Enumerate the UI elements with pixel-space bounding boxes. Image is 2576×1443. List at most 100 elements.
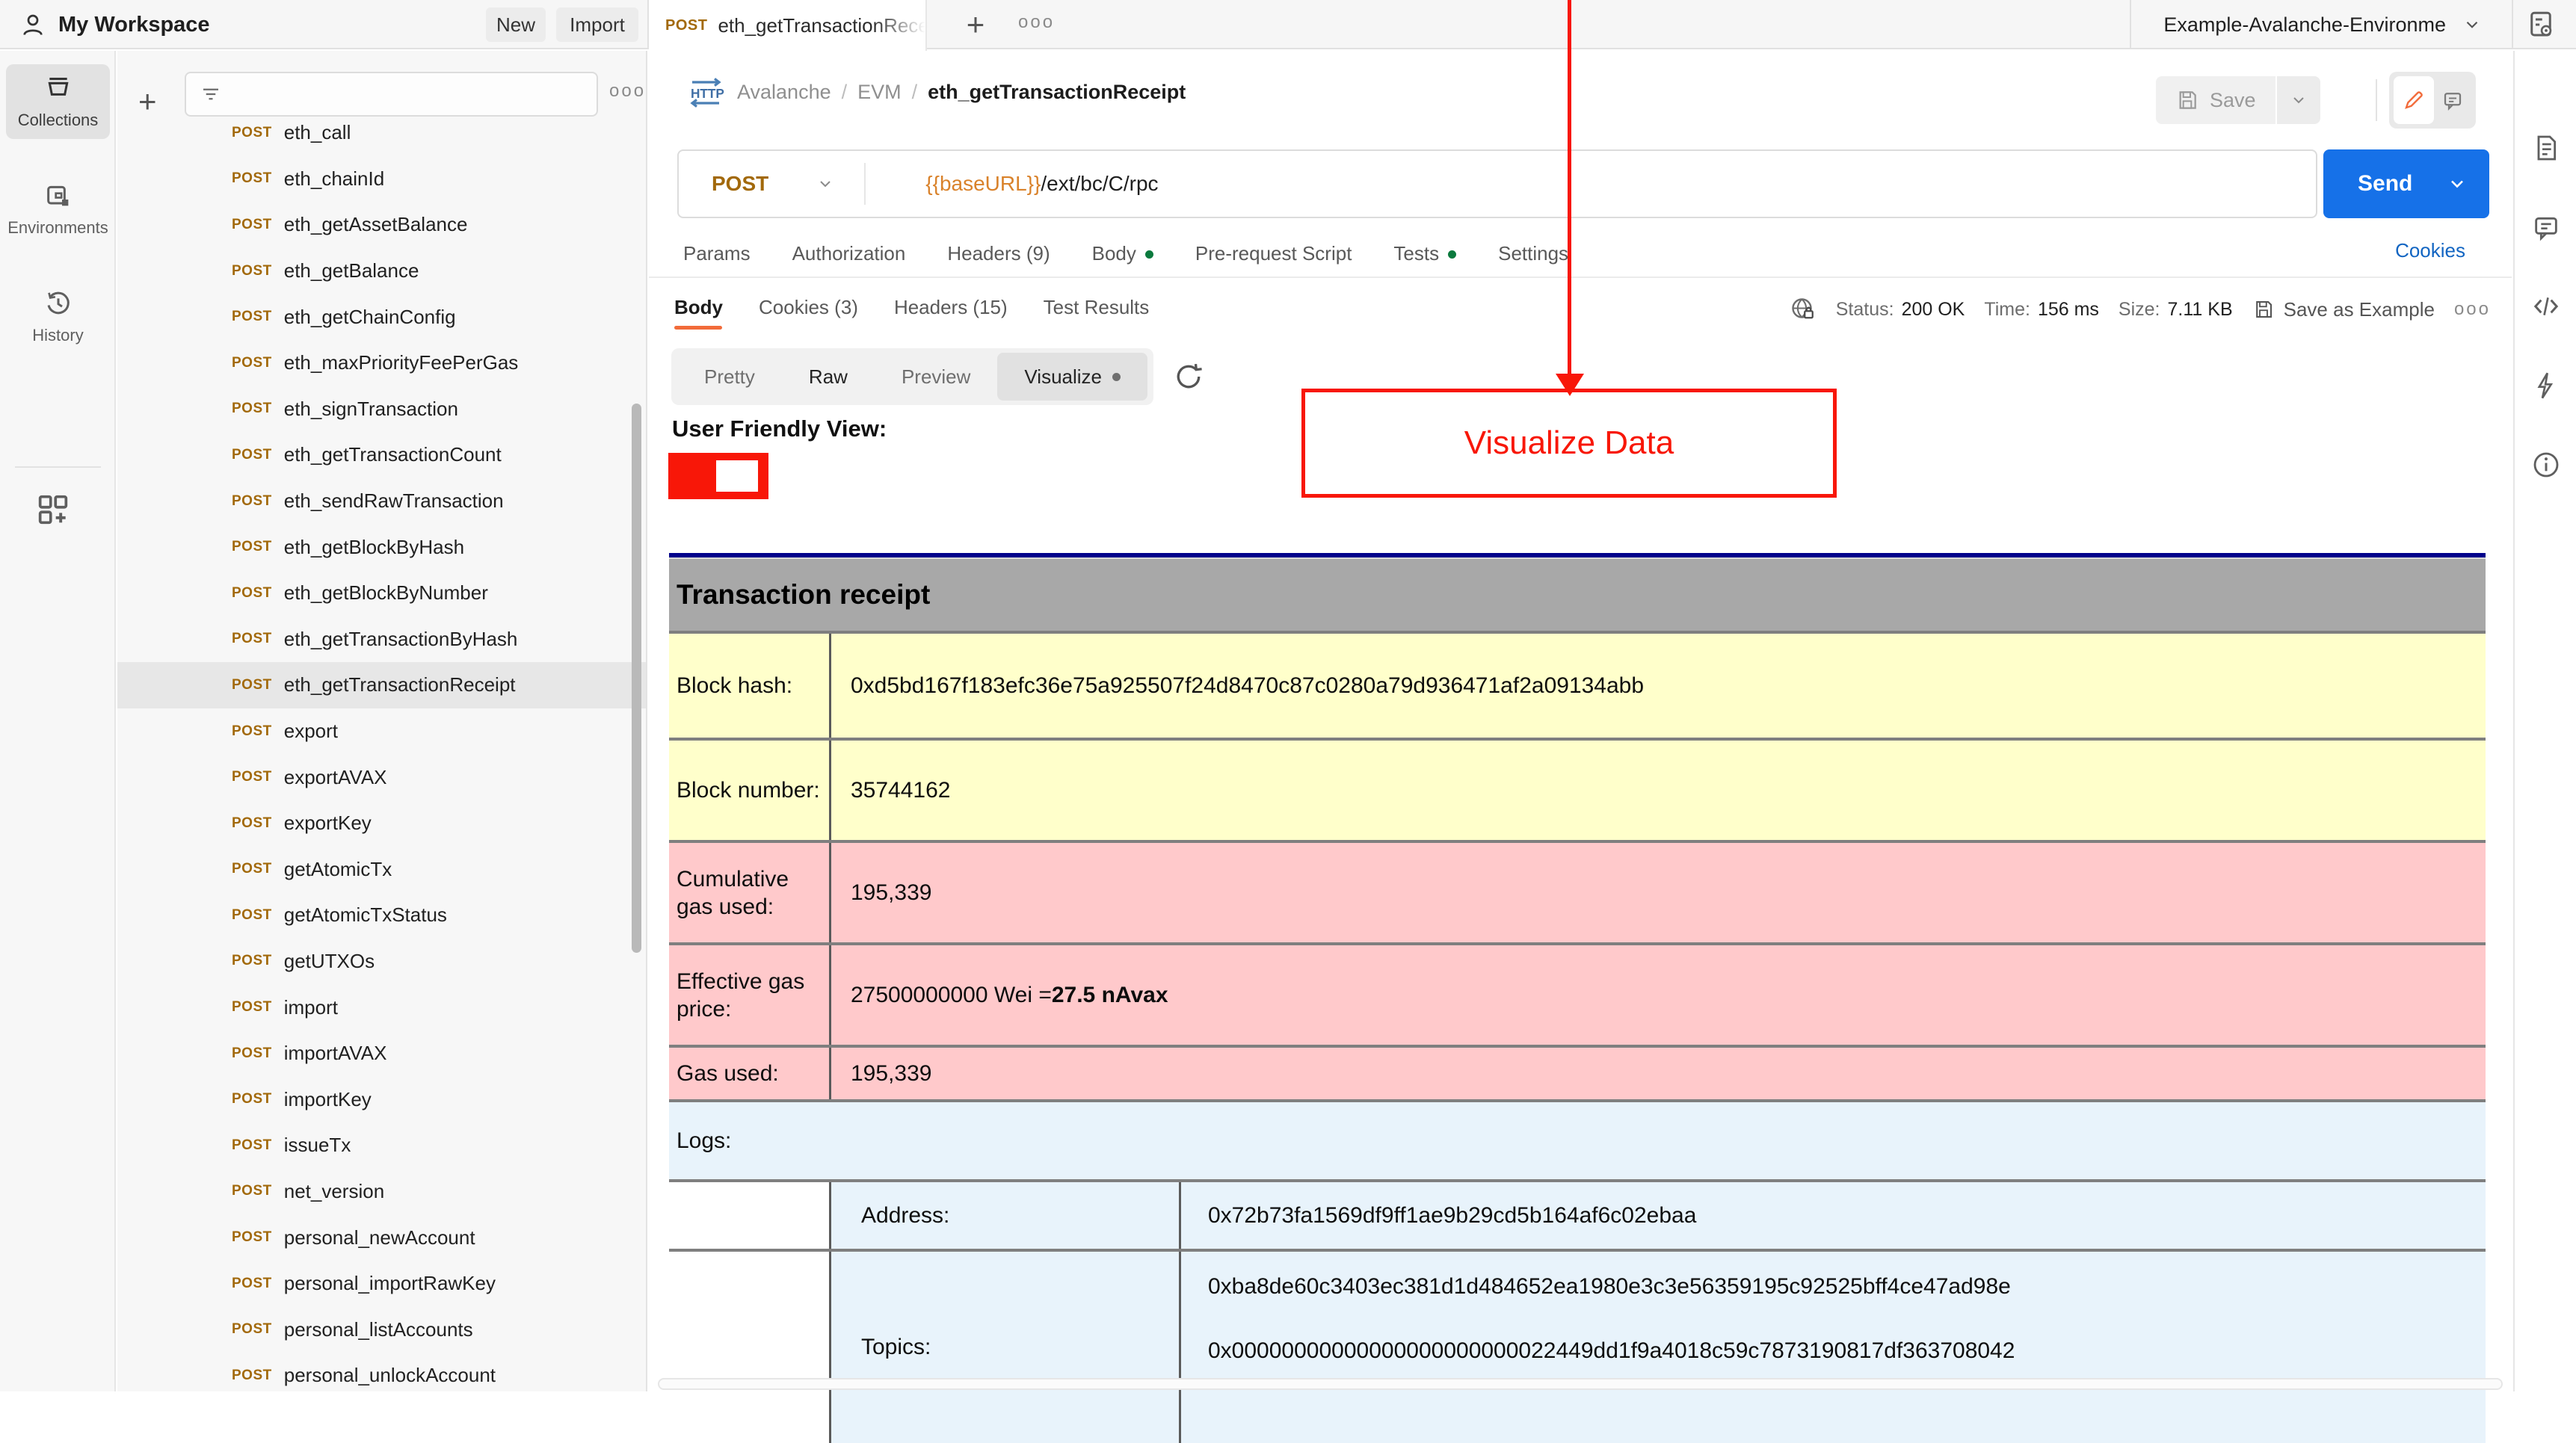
request-list-item[interactable]: POST getAtomicTxStatus: [117, 892, 646, 939]
code-icon[interactable]: [2531, 291, 2561, 321]
request-list-item[interactable]: POST personal_newAccount: [117, 1214, 646, 1261]
user-friendly-view-checkbox[interactable]: [668, 453, 768, 499]
request-list-item[interactable]: POST eth_maxPriorityFeePerGas: [117, 340, 646, 386]
response-tab-item[interactable]: Headers (15): [894, 296, 1008, 324]
send-button[interactable]: Send: [2323, 149, 2489, 218]
request-tab-item[interactable]: Body: [1092, 242, 1153, 265]
edit-mode-button[interactable]: [2394, 76, 2434, 124]
request-name: net_version: [283, 1179, 385, 1202]
request-list-item[interactable]: POST importAVAX: [117, 1031, 646, 1077]
save-button[interactable]: Save: [2156, 76, 2275, 124]
log-address-row: Address: 0x72b73fa1569df9ff1ae9b29cd5b16…: [669, 1179, 2486, 1249]
request-list-item[interactable]: POST eth_signTransaction: [117, 386, 646, 433]
sidebar-filter-input[interactable]: [232, 83, 591, 105]
response-more-icon[interactable]: ooo: [2454, 299, 2491, 320]
view-option[interactable]: Raw: [782, 353, 875, 401]
explore-apps-icon[interactable]: [34, 490, 73, 529]
save-as-example-button[interactable]: Save as Example: [2252, 298, 2435, 321]
url-variable: {{baseURL}}: [925, 172, 1041, 195]
documentation-icon[interactable]: [2531, 133, 2561, 163]
bolt-icon[interactable]: [2531, 371, 2561, 401]
request-list-item[interactable]: POST net_version: [117, 1169, 646, 1215]
request-list-item[interactable]: POST eth_getBlockByHash: [117, 524, 646, 570]
request-list-item[interactable]: POST exportKey: [117, 800, 646, 847]
sidebar-item-environments[interactable]: Environments: [6, 172, 110, 247]
request-tab-item[interactable]: Params: [683, 242, 751, 265]
chevron-down-icon: [2466, 21, 2478, 28]
response-tab-item[interactable]: Cookies (3): [759, 296, 858, 324]
request-list-item[interactable]: POST export: [117, 708, 646, 755]
sidebar-item-history[interactable]: History: [6, 279, 110, 354]
request-name: importAVAX: [283, 1042, 387, 1065]
row-value: 195,339: [831, 1048, 2486, 1099]
save-options-button[interactable]: [2276, 76, 2320, 124]
request-list-item[interactable]: POST getUTXOs: [117, 939, 646, 985]
right-rail-divider: [2512, 0, 2513, 49]
workspace-switcher[interactable]: My Workspace: [19, 0, 210, 49]
request-tab-item[interactable]: Headers (9): [947, 242, 1050, 265]
request-list-item[interactable]: POST eth_sendRawTransaction: [117, 478, 646, 525]
network-globe-icon: [1792, 298, 1814, 319]
response-tab-item[interactable]: Test Results: [1044, 296, 1150, 324]
breadcrumb-request-name: eth_getTransactionReceipt: [928, 80, 1186, 103]
sidebar-scrollbar[interactable]: [632, 404, 641, 953]
request-tab[interactable]: POST eth_getTransactionRece: [649, 0, 927, 51]
chevron-down-icon[interactable]: [816, 175, 834, 193]
view-option[interactable]: Visualize: [997, 353, 1148, 401]
row-value-text: 195,339: [851, 1060, 932, 1086]
request-list-item[interactable]: POST eth_getBlockByNumber: [117, 570, 646, 617]
request-list-item[interactable]: POST eth_getTransactionByHash: [117, 617, 646, 663]
request-list-item[interactable]: POST getAtomicTx: [117, 847, 646, 893]
horizontal-scrollbar[interactable]: [658, 1378, 2503, 1390]
url-input[interactable]: {{baseURL}}/ext/bc/C/rpc: [925, 172, 1158, 196]
request-list-item[interactable]: POST eth_chainId: [117, 156, 646, 203]
sidebar-item-collections[interactable]: Collections: [6, 64, 110, 139]
row-label: Block hash:: [669, 634, 831, 738]
request-tab-item[interactable]: Authorization: [792, 242, 906, 265]
request-name: exportKey: [283, 812, 372, 835]
info-icon[interactable]: [2531, 450, 2561, 480]
request-name: eth_getBalance: [283, 259, 419, 282]
request-list-item[interactable]: POST import: [117, 984, 646, 1031]
new-tab-button[interactable]: +: [955, 4, 996, 45]
request-name: eth_getAssetBalance: [283, 213, 468, 236]
request-name: getAtomicTx: [283, 857, 392, 880]
request-list-item[interactable]: POST personal_listAccounts: [117, 1306, 646, 1353]
view-option[interactable]: Pretty: [677, 353, 782, 401]
request-list-item[interactable]: POST personal_importRawKey: [117, 1261, 646, 1307]
request-list-item[interactable]: POST eth_getAssetBalance: [117, 202, 646, 248]
request-list-item[interactable]: POST eth_getTransactionReceipt: [117, 662, 646, 708]
url-path: /ext/bc/C/rpc: [1041, 172, 1159, 195]
request-list: POST eth_call POST eth_chainId POST eth_…: [117, 110, 646, 1391]
request-list-item[interactable]: POST eth_getTransactionCount: [117, 432, 646, 478]
breadcrumb-folder[interactable]: EVM: [857, 81, 902, 104]
import-button[interactable]: Import: [556, 7, 638, 42]
request-tab-item[interactable]: Pre-request Script: [1195, 242, 1352, 265]
chevron-down-icon[interactable]: [2447, 173, 2468, 194]
cookies-link[interactable]: Cookies: [2395, 239, 2465, 262]
breadcrumb-collection[interactable]: Avalanche: [737, 81, 831, 104]
request-list-item[interactable]: POST importKey: [117, 1076, 646, 1122]
environment-quick-look-icon[interactable]: [2525, 9, 2557, 40]
request-list-item[interactable]: POST issueTx: [117, 1122, 646, 1169]
request-name: eth_getTransactionByHash: [283, 627, 518, 650]
request-list-item[interactable]: POST exportAVAX: [117, 754, 646, 800]
request-tab-item[interactable]: Settings: [1498, 242, 1568, 265]
refresh-icon[interactable]: [1172, 360, 1205, 393]
environment-selector[interactable]: Example-Avalanche-Environme: [2153, 0, 2482, 49]
request-list-item[interactable]: POST eth_call: [117, 110, 646, 156]
request-list-item[interactable]: POST eth_getChainConfig: [117, 294, 646, 340]
method-badge: POST: [232, 1091, 272, 1107]
method-selector[interactable]: POST: [679, 172, 768, 196]
new-button[interactable]: New: [486, 7, 546, 42]
tab-more-icon[interactable]: ooo: [1018, 12, 1055, 33]
comments-icon[interactable]: [2531, 212, 2561, 242]
request-list-item[interactable]: POST eth_getBalance: [117, 248, 646, 294]
save-as-example-label: Save as Example: [2283, 297, 2435, 321]
view-option[interactable]: Preview: [875, 353, 997, 401]
request-list-item[interactable]: POST personal_unlockAccount: [117, 1353, 646, 1391]
sidebar-more-icon[interactable]: ooo: [609, 81, 646, 102]
request-tab-item[interactable]: Tests: [1393, 242, 1456, 265]
response-tab-item[interactable]: Body: [674, 296, 723, 330]
comment-mode-button[interactable]: [2434, 76, 2471, 124]
